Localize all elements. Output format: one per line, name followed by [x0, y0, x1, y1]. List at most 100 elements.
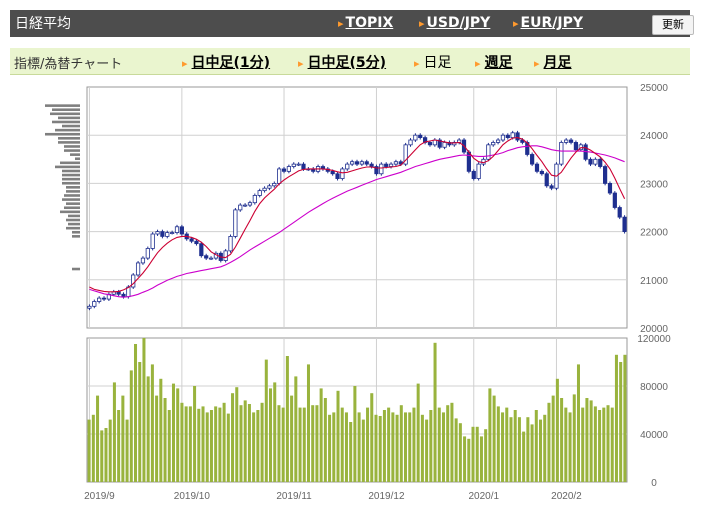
- candle: [223, 250, 228, 261]
- date-tick-label: 2019/11: [276, 491, 312, 502]
- volume-bar: [370, 393, 374, 482]
- candle: [603, 166, 608, 184]
- candle: [612, 192, 617, 208]
- candle: [87, 305, 92, 309]
- volume-bar: [446, 405, 450, 482]
- candle: [393, 161, 399, 165]
- volume-bar: [602, 407, 606, 482]
- candle: [291, 163, 296, 167]
- refresh-button[interactable]: 更新: [652, 15, 694, 35]
- candle: [413, 134, 418, 141]
- tab-monthly[interactable]: ▸ 月足: [534, 52, 572, 72]
- volume-bar: [201, 406, 205, 482]
- candle: [345, 163, 350, 170]
- volume-profile-bar: [64, 149, 80, 152]
- indicator-chart-label: 指標/為替チャート: [14, 57, 123, 72]
- volume-bar: [513, 410, 517, 482]
- volume-bar: [437, 407, 441, 482]
- volume-tick-label: 40000: [640, 430, 668, 441]
- volume-bar: [543, 414, 547, 482]
- volume-bar: [239, 405, 243, 482]
- candle: [388, 163, 394, 167]
- volume-bar: [298, 407, 302, 482]
- volume-profile-bar: [66, 186, 80, 189]
- candle: [418, 134, 423, 139]
- price-tick-label: 24000: [640, 131, 668, 142]
- volume-profile-bar: [62, 169, 80, 173]
- volume-bar: [458, 423, 462, 482]
- volume-bar: [281, 407, 285, 482]
- candle: [150, 233, 155, 249]
- volume-bar: [264, 359, 268, 482]
- candle: [384, 163, 389, 167]
- tab-intraday-5min[interactable]: ▸ 日中足(5分): [298, 52, 386, 72]
- volume-bar: [306, 364, 310, 482]
- volume-bar: [129, 370, 133, 482]
- candle: [208, 257, 214, 260]
- tab-label: 日中足(5分): [307, 55, 387, 71]
- volume-bar: [551, 395, 555, 482]
- volume-bar: [319, 388, 323, 482]
- volume-bar: [614, 354, 618, 482]
- volume-bar: [222, 402, 226, 482]
- page-title: 日経平均: [15, 16, 71, 32]
- candle: [301, 163, 306, 170]
- volume-bar: [344, 412, 348, 482]
- candle: [617, 207, 622, 218]
- volume-profile-bar: [68, 222, 80, 226]
- tab-weekly[interactable]: ▸ 週足: [475, 52, 513, 72]
- volume-bar: [340, 407, 344, 482]
- date-tick-label: 2020/2: [551, 491, 582, 502]
- volume-bar: [576, 364, 580, 482]
- volume-profile-bar: [64, 194, 80, 197]
- candle: [427, 142, 433, 146]
- candle: [491, 142, 496, 146]
- volume-profile-bar: [62, 124, 80, 128]
- volume-profile-bar: [72, 235, 80, 238]
- link-usdjpy[interactable]: USD/JPY: [419, 15, 491, 31]
- volume-profile-bar: [66, 202, 80, 205]
- volume-profile-bar: [62, 198, 80, 201]
- candle: [607, 183, 613, 194]
- volume-bar: [193, 386, 197, 482]
- volume-bar: [146, 376, 150, 482]
- volume-bar: [112, 382, 116, 482]
- volume-bar: [332, 412, 336, 482]
- volume-bar: [539, 419, 543, 482]
- volume-profile-bar: [62, 177, 80, 181]
- volume-bar: [315, 405, 319, 482]
- volume-bar: [290, 395, 294, 482]
- volume-bar: [108, 419, 112, 482]
- link-topix[interactable]: TOPIX: [338, 15, 394, 31]
- volume-bar: [125, 419, 129, 482]
- arrow-icon: ▸: [475, 57, 481, 70]
- candle: [359, 161, 364, 165]
- volume-bar: [323, 398, 327, 482]
- volume-bar: [159, 378, 163, 482]
- volume-profile-bar: [66, 226, 80, 230]
- volume-bar: [87, 419, 91, 482]
- arrow-icon: ▸: [182, 57, 188, 70]
- volume-bar: [572, 394, 576, 482]
- candle: [189, 238, 194, 242]
- volume-bar: [395, 414, 399, 482]
- volume-bar: [167, 410, 171, 482]
- volume-bar: [138, 362, 142, 482]
- volume-profile-bar: [70, 153, 80, 156]
- volume-profile-bar: [55, 128, 80, 132]
- candle: [97, 297, 102, 302]
- candle: [442, 142, 447, 148]
- price-tick-label: 22000: [640, 228, 668, 239]
- tab-intraday-1min[interactable]: ▸ 日中足(1分): [182, 52, 270, 72]
- volume-bar: [311, 405, 315, 482]
- volume-profile-bar: [62, 173, 80, 177]
- volume-bar: [235, 387, 239, 482]
- volume-profile-bar: [58, 116, 80, 120]
- candle: [257, 190, 262, 196]
- volume-profile-bar: [52, 108, 80, 112]
- candle: [340, 168, 345, 179]
- candle: [262, 187, 267, 192]
- candle: [272, 183, 277, 187]
- volume-bar: [509, 417, 513, 482]
- link-eurjpy[interactable]: EUR/JPY: [513, 15, 583, 31]
